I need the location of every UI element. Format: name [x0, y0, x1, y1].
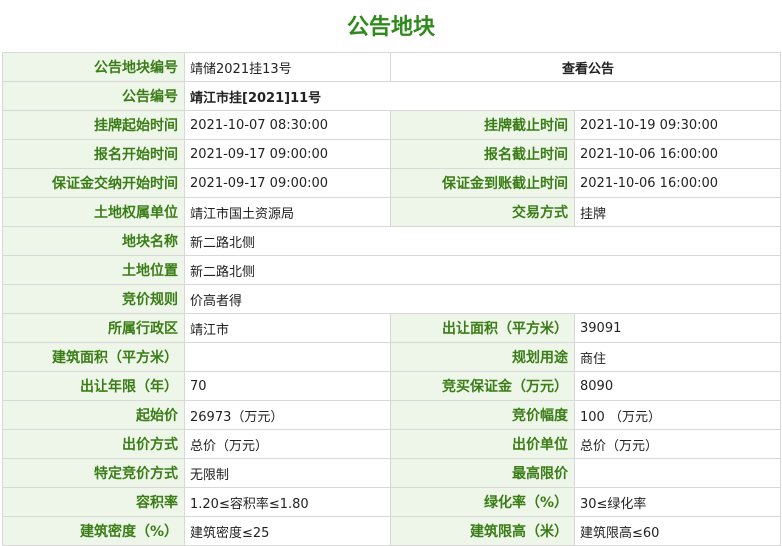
label-registration-end: 报名截止时间: [390, 139, 575, 169]
view-notice-link[interactable]: 查看公告: [389, 52, 782, 82]
value-listing-start: 2021-10-07 08:30:00: [184, 110, 391, 140]
land-info-table: 公告地块编号 靖储2021挂13号 查看公告 公告编号 靖江市挂[2021]11…: [2, 52, 782, 546]
value-trade-method: 挂牌: [573, 197, 782, 227]
label-transfer-area: 出让面积（平方米）: [390, 313, 575, 343]
row-bid-method: 出价方式 总价（万元） 出价单位 总价（万元）: [2, 429, 782, 459]
label-starting-price: 起始价: [2, 400, 185, 430]
row-building-area: 建筑面积（平方米） 规划用途 商住: [2, 342, 782, 372]
value-registration-end: 2021-10-06 16:00:00: [573, 139, 782, 169]
value-parcel-number: 靖储2021挂13号: [184, 52, 391, 82]
row-deposit-time: 保证金交纳开始时间 2021-09-17 09:00:00 保证金到账截止时间 …: [2, 168, 782, 198]
row-land-location: 土地位置 新二路北侧: [2, 255, 782, 285]
label-listing-start: 挂牌起始时间: [2, 110, 185, 140]
label-plot-ratio: 容积率: [2, 487, 185, 517]
value-plot-ratio: 1.20≤容积率≤1.80: [184, 487, 391, 517]
label-land-owner: 土地权属单位: [2, 197, 185, 227]
label-building-density: 建筑密度（%）: [2, 516, 185, 546]
row-bidding-rule: 竞价规则 价高者得: [2, 284, 782, 314]
value-transfer-area: 39091: [573, 313, 782, 343]
value-building-density: 建筑密度≤25: [184, 516, 391, 546]
value-district: 靖江市: [184, 313, 391, 343]
row-notice-number: 公告编号 靖江市挂[2021]11号: [2, 81, 782, 111]
value-parcel-name: 新二路北侧: [183, 226, 782, 256]
value-deposit-end: 2021-10-06 16:00:00: [573, 168, 782, 198]
row-density-height: 建筑密度（%） 建筑密度≤25 建筑限高（米） 建筑限高≤60: [2, 516, 782, 546]
label-notice-number: 公告编号: [2, 81, 185, 111]
label-bid-increment: 竞价幅度: [390, 400, 575, 430]
value-max-price: [573, 458, 782, 488]
value-land-location: 新二路北侧: [183, 255, 782, 285]
value-bid-method: 总价（万元）: [184, 429, 391, 459]
value-listing-end: 2021-10-19 09:30:00: [573, 110, 782, 140]
value-bidding-rule: 价高者得: [183, 284, 782, 314]
label-bidding-rule: 竞价规则: [2, 284, 185, 314]
row-listing-time: 挂牌起始时间 2021-10-07 08:30:00 挂牌截止时间 2021-1…: [2, 110, 782, 140]
row-term-deposit: 出让年限（年） 70 竞买保证金（万元） 8090: [2, 371, 782, 401]
label-registration-start: 报名开始时间: [2, 139, 185, 169]
value-planned-use: 商住: [573, 342, 782, 372]
value-height-limit: 建筑限高≤60: [573, 516, 782, 546]
label-bid-method: 出价方式: [2, 429, 185, 459]
label-special-bidding: 特定竞价方式: [2, 458, 185, 488]
value-notice-number: 靖江市挂[2021]11号: [183, 81, 782, 111]
label-district: 所属行政区: [2, 313, 185, 343]
row-special-bidding: 特定竞价方式 无限制 最高限价: [2, 458, 782, 488]
value-bid-deposit: 8090: [573, 371, 782, 401]
value-bid-unit: 总价（万元）: [573, 429, 782, 459]
row-parcel-number: 公告地块编号 靖储2021挂13号 查看公告: [2, 52, 782, 82]
row-registration-time: 报名开始时间 2021-09-17 09:00:00 报名截止时间 2021-1…: [2, 139, 782, 169]
value-registration-start: 2021-09-17 09:00:00: [184, 139, 391, 169]
label-transfer-term: 出让年限（年）: [2, 371, 185, 401]
value-deposit-start: 2021-09-17 09:00:00: [184, 168, 391, 198]
label-bid-unit: 出价单位: [390, 429, 575, 459]
label-land-location: 土地位置: [2, 255, 185, 285]
label-planned-use: 规划用途: [390, 342, 575, 372]
value-green-ratio: 30≤绿化率: [573, 487, 782, 517]
label-height-limit: 建筑限高（米）: [390, 516, 575, 546]
value-bid-increment: 100 （万元）: [573, 400, 782, 430]
label-deposit-start: 保证金交纳开始时间: [2, 168, 185, 198]
label-bid-deposit: 竞买保证金（万元）: [390, 371, 575, 401]
page-title: 公告地块: [346, 15, 435, 40]
value-land-owner: 靖江市国土资源局: [184, 197, 391, 227]
value-transfer-term: 70: [184, 371, 391, 401]
label-trade-method: 交易方式: [390, 197, 575, 227]
label-deposit-end: 保证金到账截止时间: [390, 168, 575, 198]
row-price: 起始价 26973（万元） 竞价幅度 100 （万元）: [2, 400, 782, 430]
label-parcel-number: 公告地块编号: [2, 52, 185, 82]
label-building-area: 建筑面积（平方米）: [2, 342, 185, 372]
value-starting-price: 26973（万元）: [184, 400, 391, 430]
row-district-area: 所属行政区 靖江市 出让面积（平方米） 39091: [2, 313, 782, 343]
row-parcel-name: 地块名称 新二路北侧: [2, 226, 782, 256]
row-plot-ratio: 容积率 1.20≤容积率≤1.80 绿化率（%） 30≤绿化率: [2, 487, 782, 517]
label-green-ratio: 绿化率（%）: [390, 487, 575, 517]
value-special-bidding: 无限制: [184, 458, 391, 488]
label-listing-end: 挂牌截止时间: [390, 110, 575, 140]
label-parcel-name: 地块名称: [2, 226, 185, 256]
row-ownership: 土地权属单位 靖江市国土资源局 交易方式 挂牌: [2, 197, 782, 227]
label-max-price: 最高限价: [390, 458, 575, 488]
value-building-area: [184, 342, 391, 372]
